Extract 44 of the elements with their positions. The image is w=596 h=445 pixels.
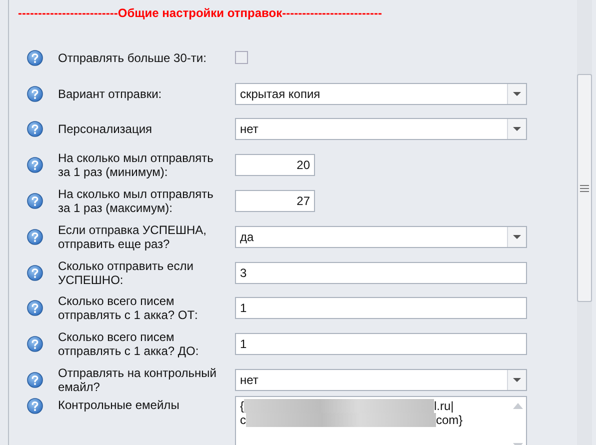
setting-label: Если отправка УСПЕШНА, отправить еще раз? [58,222,208,251]
caret-icon[interactable] [507,370,526,390]
text-area[interactable]: { l.ru| c com} [235,396,527,445]
help-icon[interactable] [27,372,43,388]
setting-label: Отправлять на контрольный емайл? [58,366,218,394]
dropdown[interactable]: нет [235,369,527,392]
dropdown[interactable]: да [235,226,527,248]
setting-label: Сколько всего писем отправлять с 1 акка? ОТ: [58,294,199,322]
text-line-end: com} [436,412,463,427]
help-icon[interactable] [27,193,43,210]
caret-icon[interactable] [507,84,526,104]
number-field[interactable]: 20 [235,154,315,176]
dropdown[interactable]: скрытая копия [235,82,527,105]
help-icon[interactable] [27,157,43,174]
section-title: -------------------------Общие настройки отправок------------------------- [18,6,384,22]
help-icon[interactable] [27,86,43,102]
setting-label: Сколько отправить если УСПЕШНО: [58,258,194,287]
text-line-start: { [240,398,244,413]
setting-label: На сколько мыл отправлять за 1 раз (минимум): [58,151,214,180]
help-icon[interactable] [27,398,43,414]
caret-icon[interactable] [507,226,526,247]
caret-icon[interactable] [507,119,526,140]
scroll-thumb[interactable] [577,74,592,302]
text-line-start: c [240,412,246,427]
help-icon[interactable] [27,264,43,281]
help-icon[interactable] [27,336,43,352]
checkbox[interactable] [235,51,248,64]
scrollbar[interactable] [577,0,592,445]
help-icon[interactable] [27,50,43,66]
help-icon[interactable] [27,121,43,138]
setting-label: Контрольные емейлы [58,398,180,412]
dropdown[interactable]: нет [235,118,527,140]
number-field[interactable]: 27 [235,190,315,212]
help-icon[interactable] [27,228,43,245]
setting-label: Вариант отправки: [58,86,163,101]
input-field[interactable]: 1 [235,297,527,320]
input-field[interactable]: 3 [235,262,527,284]
input-field[interactable]: 1 [235,333,527,356]
help-icon[interactable] [27,300,43,316]
setting-label: На сколько мыл отправлять за 1 раз (максимум): [58,187,214,216]
setting-label: Сколько всего писем отправлять с 1 акка? ДО: [58,330,200,358]
setting-label: Персонализация [58,122,154,136]
setting-label: Отправлять больше 30-ти: [58,50,208,65]
text-line-end: l.ru| [434,398,454,413]
